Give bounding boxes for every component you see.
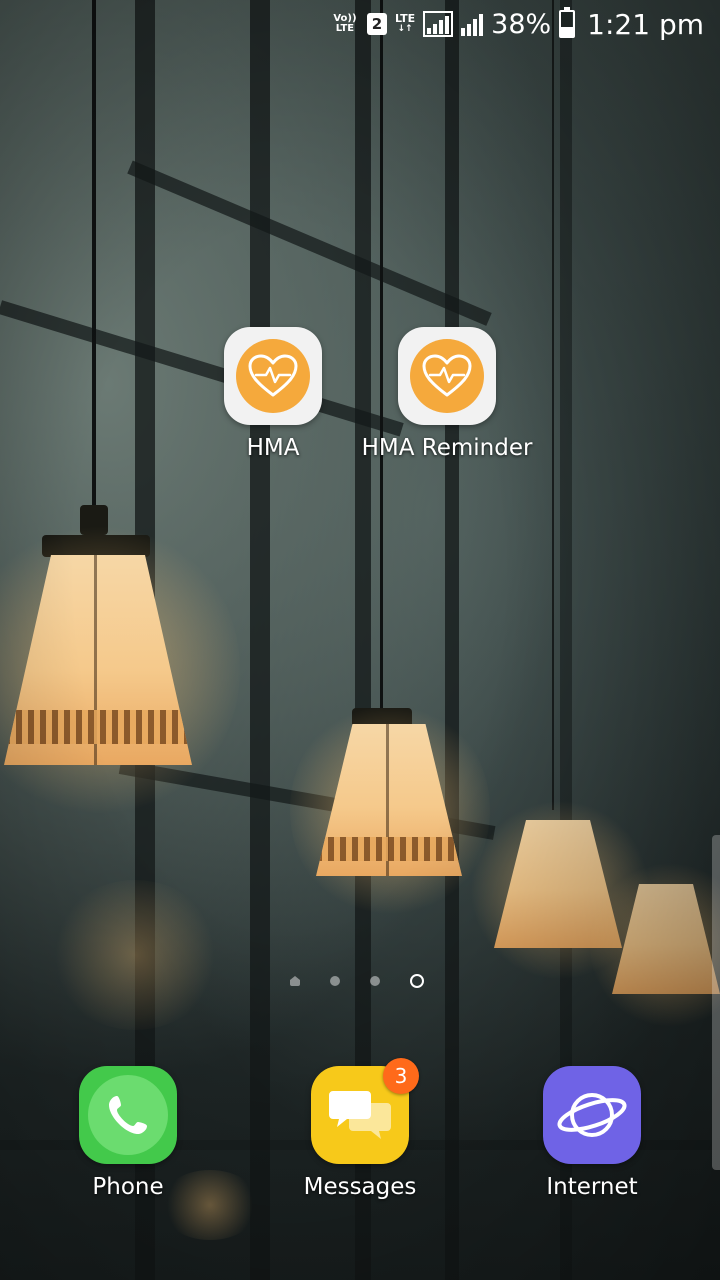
phone-icon <box>109 1096 147 1134</box>
edge-panel-handle[interactable] <box>712 835 720 1170</box>
sim-slot-badge: 2 <box>366 13 387 35</box>
battery-icon <box>559 7 576 38</box>
page-dot[interactable] <box>370 976 380 986</box>
app-label: HMA Reminder <box>361 435 533 461</box>
page-indicator[interactable] <box>290 974 424 988</box>
volte-icon: Vo)) LTE <box>333 13 357 34</box>
notification-badge: 3 <box>383 1058 419 1094</box>
page-dot-active[interactable] <box>410 974 424 988</box>
battery-percent: 38% <box>491 8 552 40</box>
status-bar: Vo)) LTE 2 LTE ↓↑ 38% 1:21 pm <box>0 0 720 48</box>
signal-strength-icon-sim2 <box>461 12 484 36</box>
phone-app-tile[interactable] <box>79 1066 177 1164</box>
home-page-indicator-icon[interactable] <box>290 976 300 986</box>
app-hma-reminder[interactable]: HMA Reminder <box>357 327 537 461</box>
planet-icon <box>557 1093 627 1137</box>
dock-app-phone[interactable]: Phone <box>38 1066 218 1200</box>
page-dot[interactable] <box>330 976 340 986</box>
clock: 1:21 pm <box>587 7 704 41</box>
internet-app-tile[interactable] <box>543 1066 641 1164</box>
dock-app-messages[interactable]: 3 Messages <box>270 1058 450 1200</box>
app-label: Phone <box>92 1174 164 1200</box>
messages-app-tile[interactable]: 3 <box>311 1058 419 1164</box>
hma-app-tile[interactable] <box>224 327 322 425</box>
signal-strength-icon-sim1 <box>423 11 454 37</box>
heart-pulse-icon <box>248 354 298 397</box>
messages-icon <box>329 1091 391 1139</box>
app-label: Internet <box>546 1174 638 1200</box>
app-label: HMA <box>246 435 300 461</box>
app-hma[interactable]: HMA <box>183 327 363 461</box>
app-label: Messages <box>303 1174 417 1200</box>
heart-pulse-icon <box>422 354 472 397</box>
dock-app-internet[interactable]: Internet <box>502 1066 682 1200</box>
hma-reminder-app-tile[interactable] <box>398 327 496 425</box>
lte-icon: LTE ↓↑ <box>394 12 416 34</box>
